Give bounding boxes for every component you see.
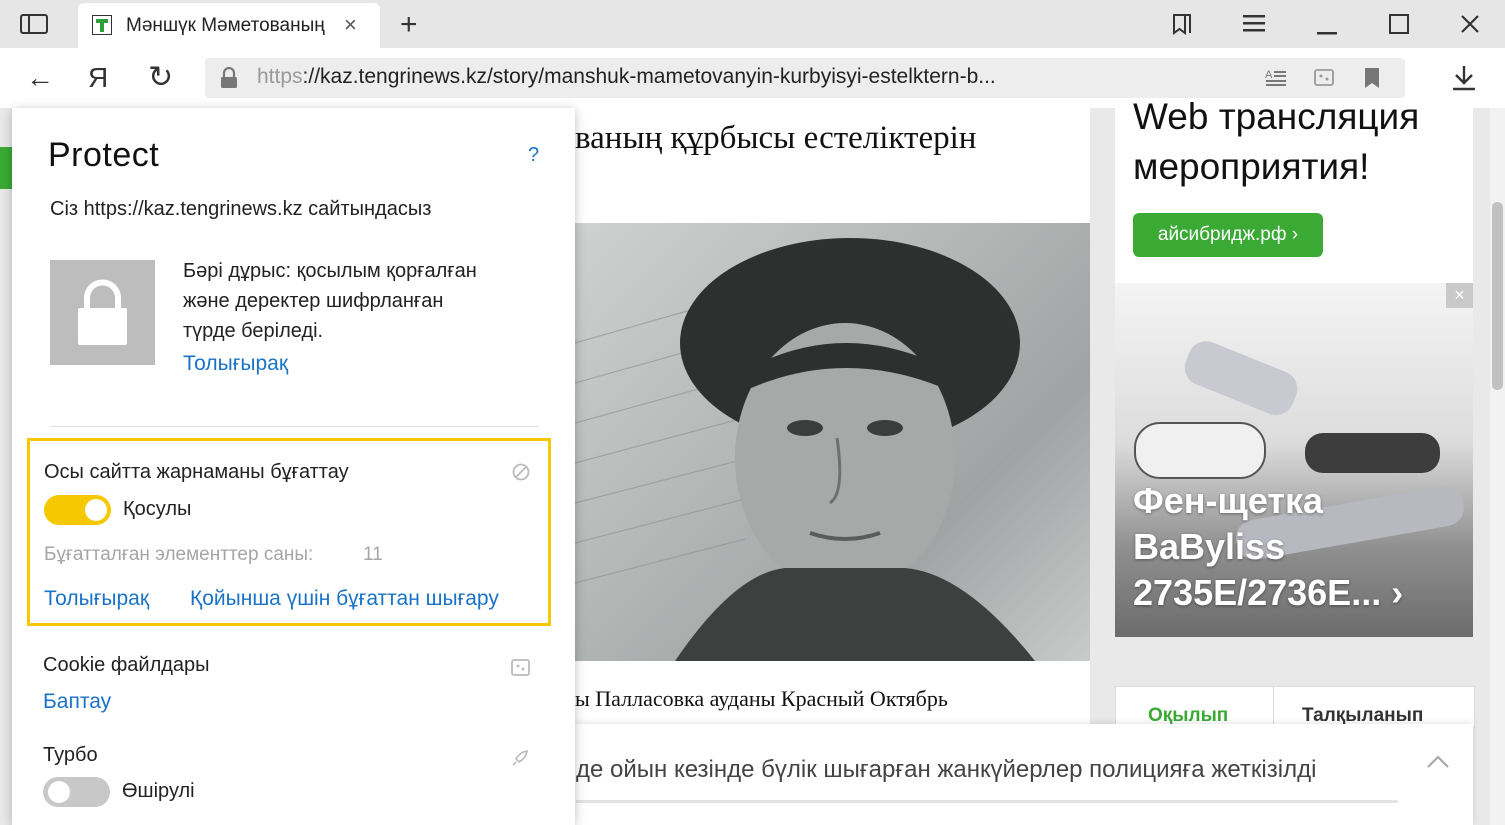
tab-title: Мәншүк Мәметованың: [126, 15, 325, 36]
ad-cta-button[interactable]: айсибридж.рф ›: [1133, 213, 1323, 257]
tab-close-icon[interactable]: ×: [344, 12, 357, 38]
back-button[interactable]: ←: [26, 62, 54, 94]
article-headline: ваның құрбысы естеліктерін: [575, 120, 977, 156]
reader-mode-icon[interactable]: A: [1265, 67, 1287, 94]
protect-panel: Protect ? Сіз https://kaz.tengrinews.kz …: [12, 108, 575, 825]
article-caption: ы Палласовка ауданы Красный Октябрь: [575, 686, 948, 711]
blocked-count-value: 11: [363, 544, 383, 565]
url-path: ://kaz.tengrinews.kz/story/manshuk-mamet…: [302, 65, 996, 88]
notification-progress: [576, 800, 1398, 803]
close-window-icon[interactable]: [1460, 14, 1480, 39]
ad-product-line1: Фен-щетка: [1133, 480, 1324, 521]
site-favicon-icon: [92, 15, 112, 35]
section-divider: [50, 426, 539, 427]
cookie-label: Cookie файлдары: [43, 654, 210, 676]
tab-divider: [1273, 687, 1274, 727]
url-text[interactable]: https://kaz.tengrinews.kz/story/manshuk-…: [257, 65, 996, 89]
rocket-icon: [510, 748, 530, 773]
maximize-icon[interactable]: [1389, 14, 1409, 39]
turbo-toggle[interactable]: [43, 777, 110, 807]
ad-headline-line2: мероприятия!: [1133, 146, 1370, 187]
popular-tabs-widget: Оқылып Талқыланып: [1115, 686, 1475, 728]
article-photo: [575, 223, 1090, 661]
adblock-section: Осы сайтта жарнаманы бұғаттау Қосулы Бұғ…: [27, 438, 551, 626]
ad-headline-line1: Web трансляция: [1133, 96, 1420, 137]
secure-lock-icon: [50, 260, 155, 365]
lock-icon[interactable]: [219, 66, 239, 89]
news-notification-bar[interactable]: де ойын кезінде бүлік шығарған жанкүйерл…: [560, 724, 1473, 825]
scrollbar-thumb[interactable]: [1492, 202, 1503, 390]
active-tab[interactable]: Мәншүк Мәметованың ×: [78, 3, 380, 48]
reload-button[interactable]: ↻: [148, 60, 173, 95]
block-icon: [512, 463, 530, 481]
adblock-state: Қосулы: [123, 498, 192, 520]
status-line3: түрде беріледі.: [183, 320, 324, 342]
toggle-knob: [85, 499, 107, 521]
status-line1: Бәрі дұрыс: қосылым қорғалған: [183, 260, 477, 282]
ad-product-line2: BaByliss: [1133, 526, 1286, 567]
chevron-up-icon[interactable]: [1426, 746, 1450, 777]
connection-more-link[interactable]: Толығырақ: [183, 352, 288, 376]
sidebar-toggle-icon[interactable]: [20, 14, 48, 39]
url-scheme: https: [257, 65, 303, 88]
menu-icon[interactable]: [1243, 14, 1265, 37]
adblock-unblock-link[interactable]: Қойынша үшін бұғаттан шығару: [190, 587, 499, 611]
ad-product-title[interactable]: Фен-щетка BaByliss 2735E/2736E... ›: [1133, 478, 1403, 616]
help-button[interactable]: ?: [528, 144, 539, 167]
adblock-label: Осы сайтта жарнаманы бұғаттау: [44, 461, 349, 483]
ad-product-line3: 2735E/2736E... ›: [1133, 572, 1404, 613]
ad-headline: Web трансляция мероприятия!: [1133, 92, 1419, 192]
blocked-count-label: Бұғатталған элементтер саны:: [44, 544, 314, 565]
status-line2: және деректер шифрланған: [183, 290, 444, 312]
adblock-more-link[interactable]: Толығырақ: [44, 587, 149, 611]
ad-close-button[interactable]: ×: [1446, 283, 1473, 308]
downloads-icon[interactable]: [1451, 64, 1477, 97]
toggle-knob: [48, 781, 70, 803]
new-tab-button[interactable]: +: [400, 8, 418, 42]
tab-bar: Мәншүк Мәметованың × +: [0, 0, 1505, 48]
site-info-text: Сіз https://kaz.tengrinews.kz сайтындасы…: [50, 198, 432, 220]
protect-title: Protect: [48, 136, 160, 174]
cookie-icon: [510, 658, 532, 683]
minimize-icon[interactable]: [1317, 22, 1337, 40]
cookie-settings-link[interactable]: Баптау: [43, 690, 111, 714]
adblock-toggle[interactable]: [44, 495, 111, 525]
cookie-indicator-icon[interactable]: [1313, 67, 1335, 94]
yandex-home-button[interactable]: Я: [88, 62, 108, 94]
bookmark-icon[interactable]: [1363, 67, 1381, 94]
connection-status-text: Бәрі дұрыс: қосылым қорғалған және дерек…: [183, 256, 533, 346]
page-scrollbar[interactable]: [1490, 108, 1505, 825]
turbo-state: Өшірулі: [122, 780, 195, 802]
bookmarks-icon[interactable]: [1170, 12, 1194, 41]
svg-text:A: A: [1265, 69, 1273, 81]
turbo-label: Турбо: [43, 744, 98, 766]
notification-text[interactable]: де ойын кезінде бүлік шығарған жанкүйерл…: [576, 756, 1316, 784]
page-accent-bar: [0, 147, 12, 189]
